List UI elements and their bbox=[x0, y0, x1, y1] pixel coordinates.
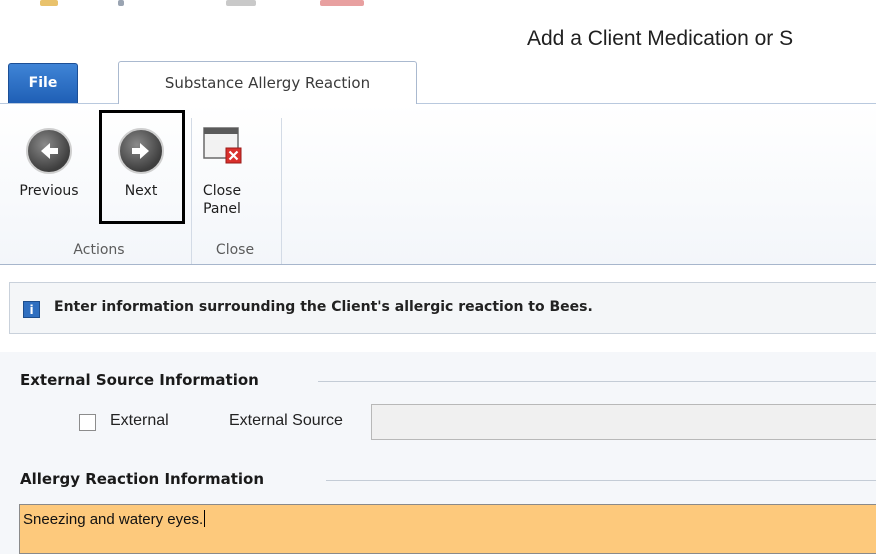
ribbon-group-close-label: Close bbox=[215, 242, 255, 258]
external-checkbox[interactable] bbox=[79, 414, 96, 431]
tab-substance-allergy-reaction[interactable]: Substance Allergy Reaction bbox=[118, 61, 417, 104]
reaction-section-heading: Allergy Reaction Information bbox=[20, 470, 264, 488]
reaction-section-divider bbox=[326, 480, 876, 481]
info-icon: i bbox=[23, 301, 40, 318]
ribbon-group-actions-label: Actions bbox=[73, 242, 125, 258]
text-caret bbox=[204, 510, 206, 527]
file-tab[interactable]: File bbox=[8, 63, 78, 103]
reaction-text-field[interactable]: Sneezing and watery eyes. bbox=[19, 504, 876, 554]
previous-label: Previous bbox=[19, 183, 79, 199]
close-panel-label-line2: Panel bbox=[203, 201, 241, 217]
top-strip-partial bbox=[0, 0, 876, 14]
close-panel-window-icon bbox=[202, 124, 242, 164]
ribbon-group-separator bbox=[191, 118, 192, 264]
close-panel-button[interactable]: Close Panel bbox=[198, 124, 246, 218]
previous-button[interactable]: Previous bbox=[6, 128, 92, 199]
info-banner: i Enter information surrounding the Clie… bbox=[9, 282, 876, 334]
external-section-divider bbox=[318, 381, 876, 382]
external-section-heading: External Source Information bbox=[20, 371, 259, 389]
window-title: Add a Client Medication or S bbox=[527, 27, 794, 50]
ribbon-group-separator bbox=[281, 118, 282, 264]
info-message: Enter information surrounding the Client… bbox=[54, 299, 593, 315]
reaction-text-value: Sneezing and watery eyes. bbox=[23, 511, 204, 528]
close-panel-label-line1: Close bbox=[202, 183, 242, 199]
external-source-field[interactable] bbox=[371, 404, 876, 440]
external-checkbox-label: External bbox=[110, 412, 169, 429]
next-button-highlight bbox=[99, 110, 185, 224]
arrow-left-circle-icon bbox=[26, 128, 72, 174]
external-source-label: External Source bbox=[229, 412, 343, 429]
